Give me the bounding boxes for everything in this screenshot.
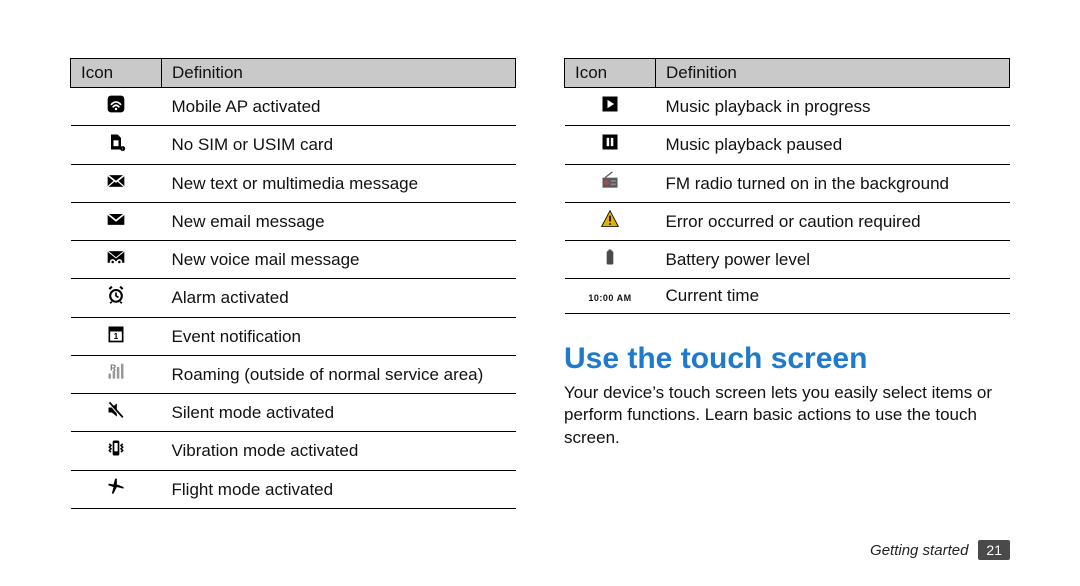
table-row: Battery power level (565, 241, 1010, 279)
definition-text: Music playback in progress (656, 88, 1010, 126)
icon-table-right: Icon Definition Music playback in progre… (564, 58, 1010, 314)
svg-text:1: 1 (114, 331, 119, 341)
definition-text: Error occurred or caution required (656, 202, 1010, 240)
table-row: 1 Event notification (71, 317, 516, 355)
header-icon: Icon (565, 59, 656, 88)
flight-icon (105, 477, 127, 497)
table-row: Silent mode activated (71, 394, 516, 432)
header-icon: Icon (71, 59, 162, 88)
table-row: Music playback in progress (565, 88, 1010, 126)
definition-text: FM radio turned on in the background (656, 164, 1010, 202)
table-row: R Roaming (outside of normal service are… (71, 355, 516, 393)
mobile-ap-icon (105, 94, 127, 114)
roaming-icon: R (105, 362, 127, 382)
vibration-icon (105, 438, 127, 458)
definition-text: Vibration mode activated (162, 432, 516, 470)
new-email-icon (105, 209, 127, 229)
battery-icon (599, 247, 621, 267)
header-definition: Definition (656, 59, 1010, 88)
voicemail-icon (105, 247, 127, 267)
left-column: Icon Definition Mobile AP activated ! No… (70, 58, 516, 540)
page-footer: Getting started 21 (0, 540, 1080, 574)
svg-text:R: R (110, 362, 116, 372)
section-body: Your device’s touch screen lets you easi… (564, 382, 1010, 451)
table-row: Mobile AP activated (71, 88, 516, 126)
time-icon: 10:00 AM (588, 293, 631, 303)
definition-text: Silent mode activated (162, 394, 516, 432)
svg-text:!: ! (122, 147, 123, 152)
right-column: Icon Definition Music playback in progre… (564, 58, 1010, 540)
event-icon: 1 (105, 324, 127, 344)
table-row: Flight mode activated (71, 470, 516, 508)
music-play-icon (599, 94, 621, 114)
definition-text: New voice mail message (162, 241, 516, 279)
table-row: New voice mail message (71, 241, 516, 279)
header-definition: Definition (162, 59, 516, 88)
no-sim-icon: ! (105, 132, 127, 152)
definition-text: Flight mode activated (162, 470, 516, 508)
definition-text: Music playback paused (656, 126, 1010, 164)
warning-icon (599, 209, 621, 229)
table-row: New email message (71, 202, 516, 240)
table-row: FM radio turned on in the background (565, 164, 1010, 202)
definition-text: Mobile AP activated (162, 88, 516, 126)
music-pause-icon (599, 132, 621, 152)
icon-table-left: Icon Definition Mobile AP activated ! No… (70, 58, 516, 509)
table-row: ! No SIM or USIM card (71, 126, 516, 164)
definition-text: Alarm activated (162, 279, 516, 317)
table-row: New text or multimedia message (71, 164, 516, 202)
definition-text: Battery power level (656, 241, 1010, 279)
silent-icon (105, 400, 127, 420)
definition-text: No SIM or USIM card (162, 126, 516, 164)
definition-text: Roaming (outside of normal service area) (162, 355, 516, 393)
definition-text: New text or multimedia message (162, 164, 516, 202)
table-row: Error occurred or caution required (565, 202, 1010, 240)
fm-radio-icon (599, 171, 621, 191)
table-row: Alarm activated (71, 279, 516, 317)
footer-section-label: Getting started (870, 542, 968, 559)
section-heading: Use the touch screen (564, 342, 1010, 376)
table-row: Vibration mode activated (71, 432, 516, 470)
table-row: Music playback paused (565, 126, 1010, 164)
new-message-icon (105, 171, 127, 191)
table-row: 10:00 AM Current time (565, 279, 1010, 313)
definition-text: New email message (162, 202, 516, 240)
alarm-icon (105, 285, 127, 305)
definition-text: Current time (656, 279, 1010, 313)
definition-text: Event notification (162, 317, 516, 355)
page-number-badge: 21 (978, 540, 1010, 560)
